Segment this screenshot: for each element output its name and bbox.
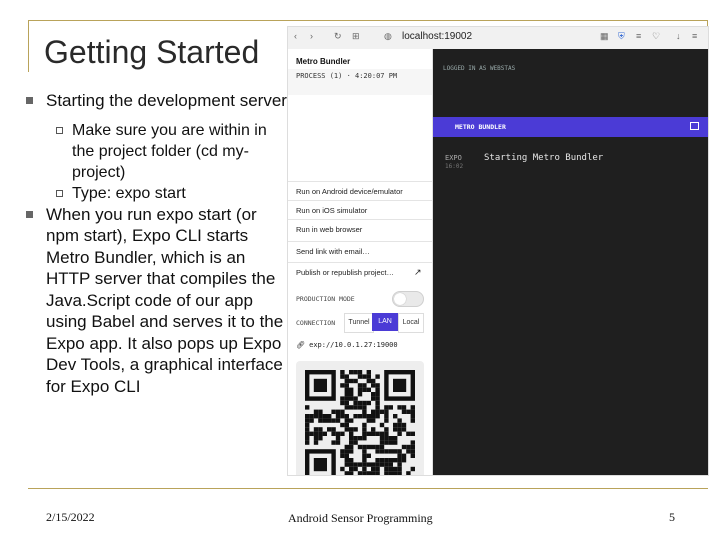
square-bullet-icon	[26, 210, 33, 218]
logged-in-text: LOGGED IN AS WEBSTAS	[443, 65, 516, 72]
devtools-sidebar: Metro Bundler PROCESS (1) · 4:20:07 PM R…	[288, 49, 433, 475]
bullet-item: Starting the development server	[26, 90, 288, 112]
globe-icon: ◍	[384, 31, 392, 41]
browser-toolbar: ‹ › ↻ ⊞ ◍ localhost:19002 ▦ ⛨ ≡ ♡ ↓ ≡	[288, 27, 708, 50]
slide-frame-bottom	[28, 488, 708, 489]
production-mode-label: PRODUCTION MODE	[296, 295, 355, 303]
browser-screenshot: ‹ › ↻ ⊞ ◍ localhost:19002 ▦ ⛨ ≡ ♡ ↓ ≡ Me…	[288, 27, 708, 475]
sub-bullet-text: Type: expo start	[72, 184, 186, 202]
metro-bundler-label: METRO BUNDLER	[455, 123, 506, 131]
settings-icon[interactable]: ≡	[692, 31, 697, 41]
address-bar[interactable]: localhost:19002	[402, 31, 472, 42]
log-panel: LOGGED IN AS WEBSTAS METRO BUNDLER EXPO …	[433, 49, 708, 475]
log-message: Starting Metro Bundler	[484, 153, 604, 163]
menu-icon[interactable]: ≡	[636, 31, 641, 41]
sub-bullet-text: Make sure you are within in the project …	[72, 121, 267, 181]
menu-send-email[interactable]: Send link with email…	[288, 241, 432, 261]
menu-label: Send link with email…	[296, 247, 370, 256]
sidebar-title: Metro Bundler	[296, 57, 351, 66]
qr-code	[296, 361, 424, 475]
menu-run-ios[interactable]: Run on iOS simulator	[288, 200, 432, 220]
reload-icon[interactable]: ↻	[334, 31, 342, 42]
menu-run-web[interactable]: Run in web browser	[288, 219, 432, 239]
metro-bundler-bar[interactable]: METRO BUNDLER	[433, 117, 708, 137]
log-time: 16:02	[445, 163, 464, 170]
bookmark-icon[interactable]: ▦	[600, 31, 609, 42]
menu-label: Publish or republish project…	[296, 268, 394, 277]
menu-run-android[interactable]: Run on Android device/emulator	[288, 181, 432, 201]
qr-code-icon	[305, 370, 415, 475]
connection-lan-button[interactable]: LAN	[372, 313, 398, 331]
hollow-square-bullet-icon	[56, 126, 63, 134]
menu-label: Run on Android device/emulator	[296, 187, 403, 196]
menu-publish[interactable]: Publish or republish project… ↗	[288, 262, 432, 282]
download-icon[interactable]: ↓	[676, 31, 681, 41]
menu-label: Run in web browser	[296, 225, 363, 234]
heart-icon[interactable]: ♡	[652, 31, 660, 42]
sub-bullet-item: Type: expo start	[26, 183, 288, 204]
connection-local-button[interactable]: Local	[398, 313, 424, 333]
slide-frame-top	[28, 20, 708, 21]
slide-frame-left	[28, 20, 29, 72]
slide-title: Getting Started	[44, 34, 260, 70]
process-status[interactable]: PROCESS (1) · 4:20:07 PM	[288, 69, 432, 95]
shield-icon[interactable]: ⛨	[618, 31, 625, 42]
log-source: EXPO	[445, 154, 462, 162]
bullet-list: Starting the development server Make sur…	[26, 90, 288, 397]
lock-icon	[690, 122, 699, 130]
connection-tunnel-button[interactable]: Tunnel	[344, 313, 374, 333]
link-icon: 🔗︎	[296, 341, 310, 349]
connection-label: CONNECTION	[296, 319, 336, 327]
menu-label: Run on iOS simulator	[296, 206, 368, 215]
forward-icon[interactable]: ›	[310, 31, 313, 41]
expo-url[interactable]: 🔗︎ exp://10.0.1.27:19000	[296, 341, 398, 349]
bullet-text: When you run expo start (or npm start), …	[46, 204, 284, 396]
tabs-icon[interactable]: ⊞	[352, 31, 360, 42]
hollow-square-bullet-icon	[56, 189, 63, 197]
footer-course: Android Sensor Programming	[288, 511, 433, 525]
page-number: 5	[669, 510, 675, 524]
process-status-text: PROCESS (1) · 4:20:07 PM	[296, 72, 398, 80]
production-mode-toggle[interactable]	[392, 291, 424, 307]
square-bullet-icon	[26, 97, 33, 104]
footer-date: 2/15/2022	[46, 510, 95, 524]
bullet-item: When you run expo start (or npm start), …	[26, 204, 288, 398]
external-link-icon: ↗	[414, 267, 422, 277]
expo-url-text: exp://10.0.1.27:19000	[309, 341, 398, 349]
bullet-text: Starting the development server	[46, 91, 287, 110]
sub-bullet-item: Make sure you are within in the project …	[26, 120, 288, 183]
back-icon[interactable]: ‹	[294, 31, 297, 41]
